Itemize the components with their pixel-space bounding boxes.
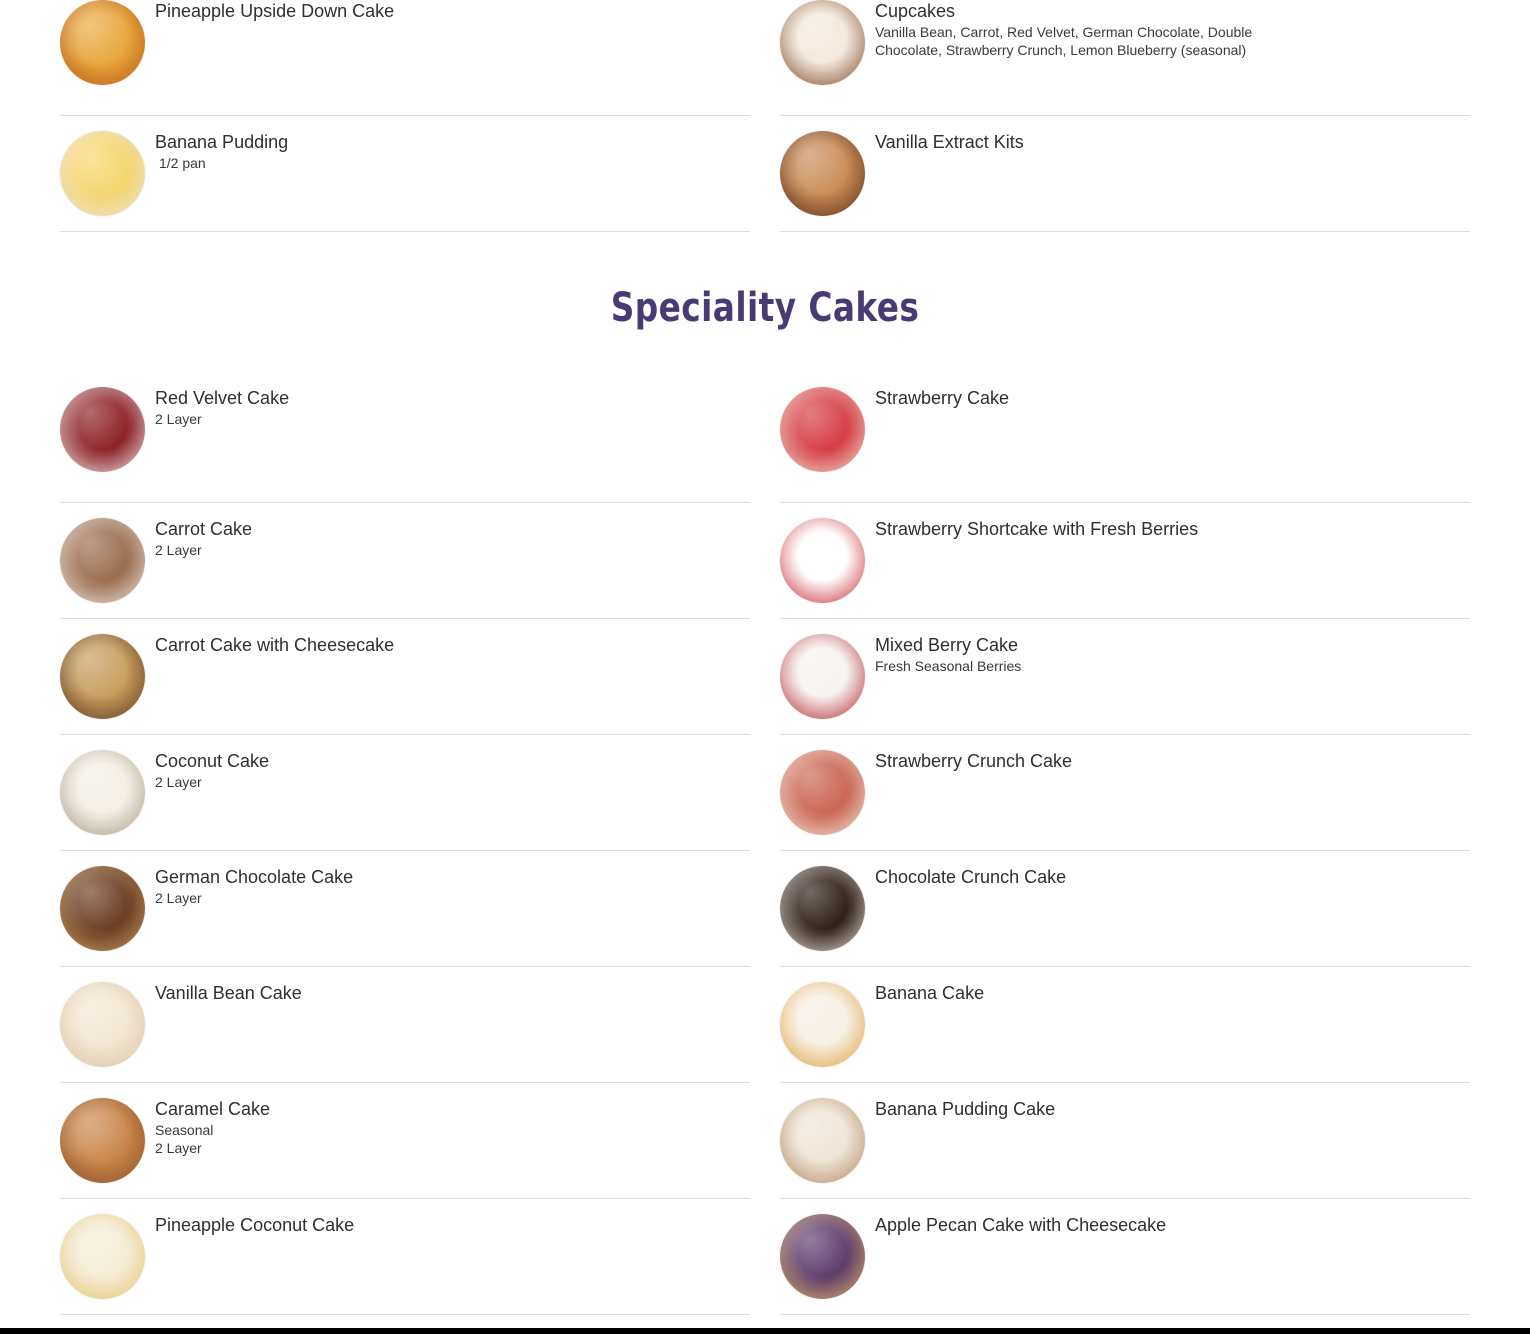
item-photo [780, 518, 865, 603]
menu-item: Chocolate Crunch Cake [780, 851, 1470, 967]
top-menu-left-column: Pineapple Upside Down Cake Banana Puddin… [60, 0, 750, 232]
item-description: Fresh Seasonal Berries [875, 658, 1022, 674]
top-menu-right-column: Cupcakes Vanilla Bean, Carrot, Red Velve… [780, 0, 1470, 232]
item-photo [60, 518, 145, 603]
item-name: Pineapple Upside Down Cake [155, 1, 395, 21]
menu-item: Banana Pudding 1/2 pan [60, 116, 750, 232]
speciality-cakes-right-column: Strawberry Cake Strawberry Shortcake with… [780, 387, 1470, 1315]
item-name: Banana Pudding [155, 132, 289, 152]
item-description: Seasonal 2 Layer [155, 1122, 214, 1156]
item-name: Mixed Berry Cake [875, 635, 1019, 655]
menu-item: Strawberry Cake [780, 387, 1470, 503]
menu-item: Vanilla Extract Kits [780, 116, 1470, 232]
item-photo [60, 131, 145, 216]
item-photo [780, 1098, 865, 1183]
menu-item: Vanilla Bean Cake [60, 967, 750, 1083]
menu-item: Mixed Berry Cake Fresh Seasonal Berries [780, 619, 1470, 735]
item-name: Strawberry Crunch Cake [875, 751, 1073, 771]
item-name: Banana Cake [875, 983, 985, 1003]
item-photo [60, 0, 145, 85]
item-photo [780, 750, 865, 835]
item-name: Apple Pecan Cake with Cheesecake [875, 1215, 1167, 1235]
item-name: Chocolate Crunch Cake [875, 867, 1067, 887]
item-name: Vanilla Extract Kits [875, 132, 1024, 152]
item-description: 2 Layer [155, 542, 202, 558]
menu-item: German Chocolate Cake 2 Layer [60, 851, 750, 967]
item-description: 2 Layer [155, 774, 202, 790]
item-name: Cupcakes [875, 1, 956, 21]
menu-item: Carrot Cake with Cheesecake [60, 619, 750, 735]
menu-item: Pineapple Coconut Cake [60, 1199, 750, 1315]
menu-item: Coconut Cake 2 Layer [60, 735, 750, 851]
item-photo [780, 131, 865, 216]
section-title: Speciality Cakes [610, 285, 920, 331]
item-name: Caramel Cake [155, 1099, 271, 1119]
item-photo [60, 634, 145, 719]
menu-item: Pineapple Upside Down Cake [60, 0, 750, 116]
item-photo [60, 866, 145, 951]
menu-item: Strawberry Crunch Cake [780, 735, 1470, 851]
item-name: Carrot Cake with Cheesecake [155, 635, 395, 655]
menu-item: Carrot Cake 2 Layer [60, 503, 750, 619]
menu-item: Banana Cake [780, 967, 1470, 1083]
item-name: Carrot Cake [155, 519, 253, 539]
menu-item: Banana Pudding Cake [780, 1083, 1470, 1199]
item-description: 2 Layer [155, 890, 202, 906]
item-name: Pineapple Coconut Cake [155, 1215, 355, 1235]
menu-item: Cupcakes Vanilla Bean, Carrot, Red Velve… [780, 0, 1470, 116]
item-name: Vanilla Bean Cake [155, 983, 302, 1003]
item-photo [780, 634, 865, 719]
item-name: Strawberry Cake [875, 388, 1010, 408]
item-photo [60, 387, 145, 472]
item-photo [60, 1098, 145, 1183]
item-name: German Chocolate Cake [155, 867, 354, 887]
item-photo [60, 750, 145, 835]
item-name: Banana Pudding Cake [875, 1099, 1056, 1119]
menu-item: Caramel Cake Seasonal 2 Layer [60, 1083, 750, 1199]
item-name: Red Velvet Cake [155, 388, 290, 408]
item-photo [780, 982, 865, 1067]
footer-bar [0, 1328, 1530, 1334]
item-description: Vanilla Bean, Carrot, Red Velvet, German… [875, 24, 1253, 58]
menu-item: Strawberry Shortcake with Fresh Berries [780, 503, 1470, 619]
item-photo [60, 982, 145, 1067]
speciality-cakes-left-column: Red Velvet Cake 2 Layer Carrot Cake 2 Layer… [60, 387, 750, 1315]
item-photo [780, 866, 865, 951]
item-photo [60, 1214, 145, 1299]
item-name: Coconut Cake [155, 751, 270, 771]
menu-item: Apple Pecan Cake with Cheesecake [780, 1199, 1470, 1315]
item-photo [780, 387, 865, 472]
menu-item: Red Velvet Cake 2 Layer [60, 387, 750, 503]
item-photo [780, 0, 865, 85]
item-name: Strawberry Shortcake with Fresh Berries [875, 519, 1199, 539]
item-photo [780, 1214, 865, 1299]
item-description: 2 Layer [155, 411, 202, 427]
item-description: 1/2 pan [159, 155, 206, 171]
